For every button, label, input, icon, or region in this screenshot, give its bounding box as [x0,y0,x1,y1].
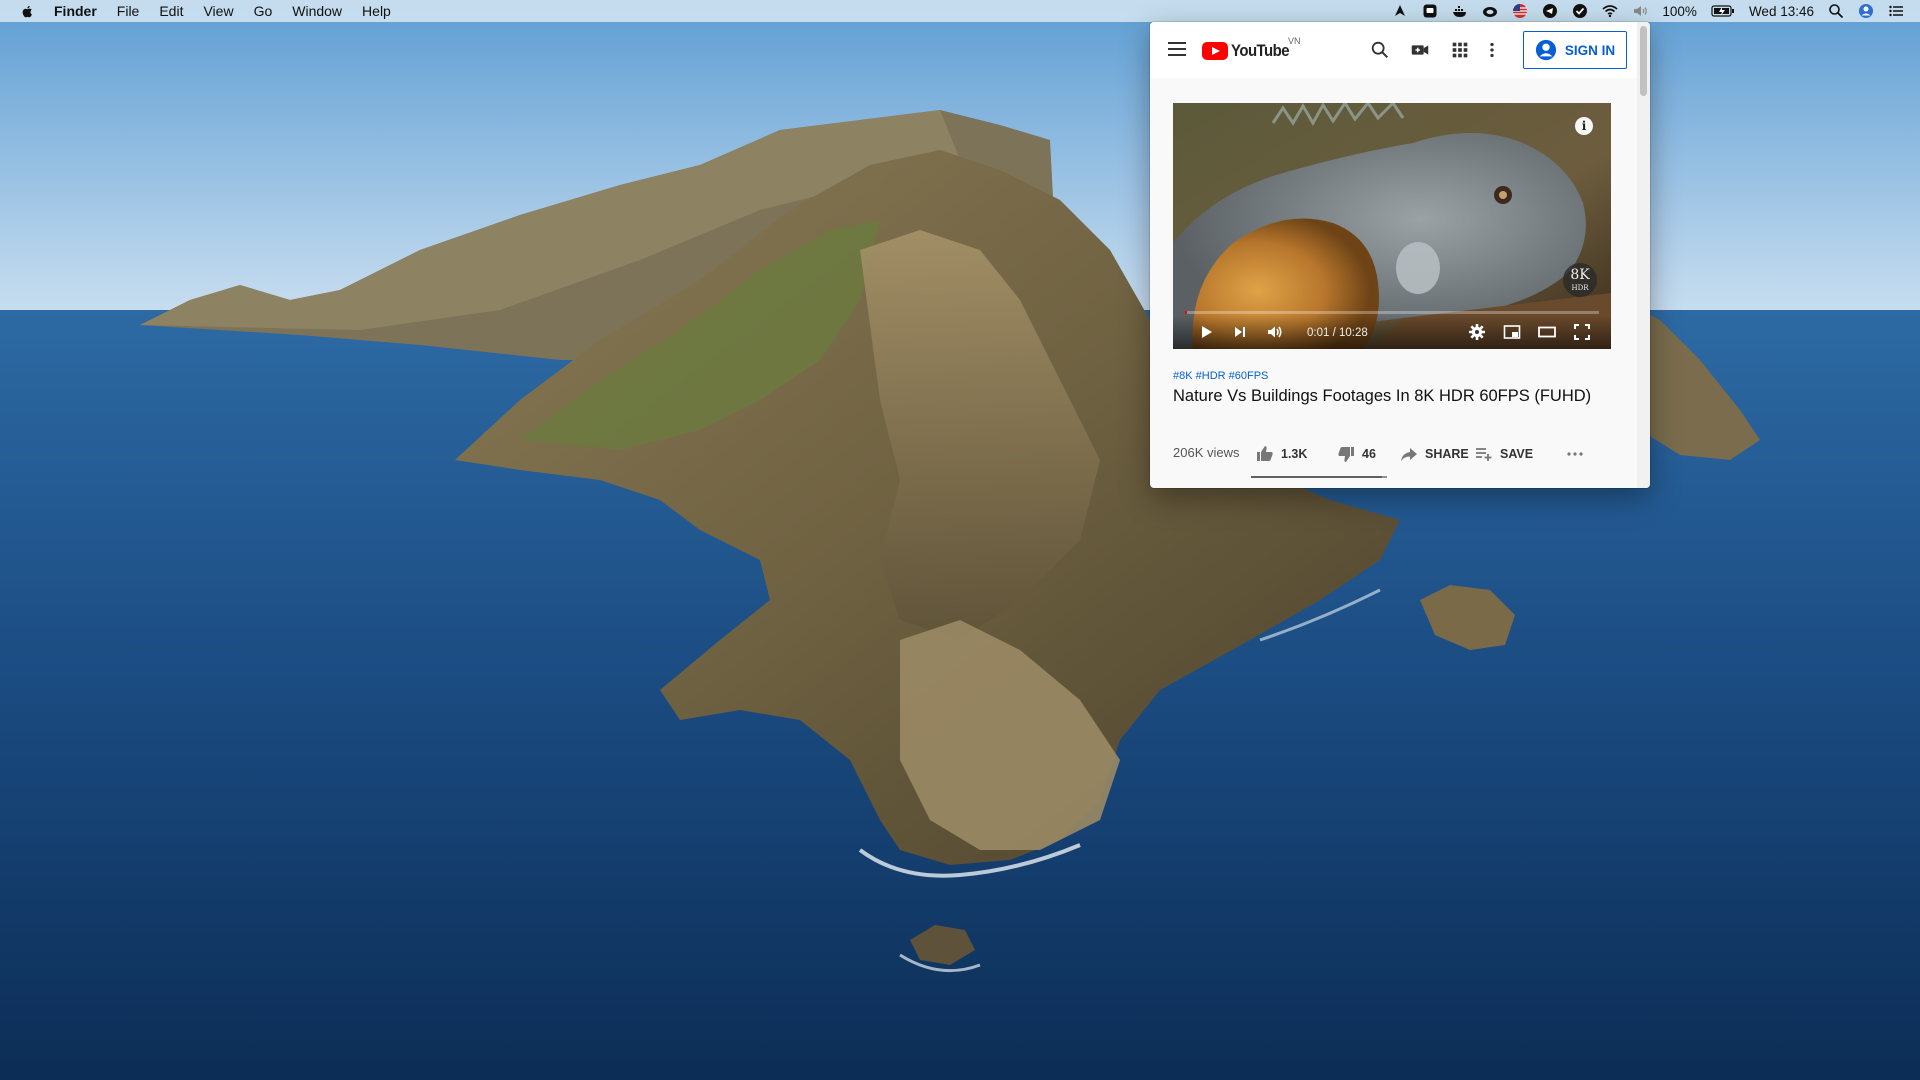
video-progress-fill [1185,311,1188,314]
battery-percent: 100% [1662,3,1697,19]
play-icon[interactable] [1195,321,1217,343]
settings-gear-icon[interactable] [1466,321,1488,343]
creative-cloud-icon[interactable] [1482,3,1498,19]
video-progress-bar[interactable] [1185,311,1599,314]
view-count: 206K views [1173,445,1240,460]
dislike-button[interactable]: 46 [1336,442,1376,466]
volume-icon[interactable] [1632,3,1648,19]
menu-view[interactable]: View [193,0,243,22]
us-flag-icon[interactable] [1512,3,1528,19]
apps-grid-icon[interactable] [1448,38,1472,62]
menu-bar: Finder File Edit View Go Window Help 100… [0,0,1920,22]
menu-bar-status-area: 100% Wed 13:46 [1392,0,1920,22]
video-meta-row: 206K views 1.3K 46 SHARE SAVE [1173,442,1613,466]
user-account-icon[interactable] [1858,3,1874,19]
youtube-play-logo-icon [1202,42,1228,60]
video-player[interactable]: i 8K HDR 0:01 / 10:28 [1173,103,1611,349]
menu-edit[interactable]: Edit [149,0,193,22]
dislike-count: 46 [1362,447,1376,461]
youtube-logo[interactable]: YouTube VN [1202,36,1301,62]
notification-center-icon[interactable] [1888,3,1904,19]
video-title: Nature Vs Buildings Footages In 8K HDR 6… [1173,387,1592,405]
thumbs-down-icon [1338,447,1354,462]
docker-icon[interactable] [1452,3,1468,19]
menu-app-finder[interactable]: Finder [54,0,107,22]
youtube-popover-window: YouTube VN SIGN IN i 8K HDR 0:01 / 10:28… [1150,22,1650,488]
badge-top-text: 8K [1570,267,1590,283]
youtube-header: YouTube VN SIGN IN [1150,22,1650,78]
sign-in-button[interactable]: SIGN IN [1523,31,1627,69]
like-ratio-fill [1251,476,1383,478]
fullscreen-icon[interactable] [1571,321,1593,343]
apple-menu-icon[interactable] [20,3,36,19]
menu-bar-clock[interactable]: Wed 13:46 [1749,4,1814,19]
check-circle-icon[interactable] [1572,3,1588,19]
menu-file[interactable]: File [107,0,150,22]
menu-go[interactable]: Go [244,0,283,22]
next-video-icon[interactable] [1229,321,1251,343]
spotlight-icon[interactable] [1828,3,1844,19]
scrollbar-thumb[interactable] [1640,26,1647,96]
menu-help[interactable]: Help [352,0,401,22]
youtube-logo-text: YouTube [1231,41,1290,60]
pen-tool-icon[interactable] [1392,3,1408,19]
menu-window[interactable]: Window [282,0,352,22]
8k-hdr-badge: 8K HDR [1563,263,1597,297]
player-controls: 0:01 / 10:28 [1173,315,1611,349]
share-button[interactable]: SHARE [1399,442,1469,466]
thumbs-up-icon [1257,446,1273,461]
badge-bottom-text: HDR [1571,284,1589,292]
info-card-icon[interactable]: i [1575,117,1593,135]
share-label: SHARE [1425,447,1469,461]
telegram-icon[interactable] [1542,3,1558,19]
share-icon [1401,448,1417,461]
wifi-icon[interactable] [1602,3,1618,19]
save-label: SAVE [1500,447,1534,461]
save-button[interactable]: SAVE [1474,442,1533,466]
volume-control-icon[interactable] [1264,321,1286,343]
like-button[interactable]: 1.3K [1255,442,1307,466]
more-actions-icon[interactable] [1565,442,1585,466]
video-time-display: 0:01 / 10:28 [1307,327,1368,339]
video-hashtags[interactable]: #8K #HDR #60FPS [1173,370,1268,382]
miniplayer-icon[interactable] [1501,321,1523,343]
playlist-add-icon [1476,448,1492,461]
like-dislike-ratio-bar [1251,476,1387,478]
battery-icon[interactable] [1711,3,1735,19]
like-count: 1.3K [1281,447,1308,461]
theater-mode-icon[interactable] [1536,321,1558,343]
country-code: VN [1288,36,1301,46]
screen-capture-icon[interactable] [1422,3,1438,19]
more-vert-icon[interactable] [1480,38,1504,62]
menu-bar-left: Finder File Edit View Go Window Help [0,0,401,22]
create-video-icon[interactable] [1408,38,1432,62]
account-circle-icon [1535,39,1556,61]
hamburger-menu-icon[interactable] [1168,42,1186,56]
search-icon[interactable] [1368,38,1392,62]
sign-in-label: SIGN IN [1564,42,1616,58]
